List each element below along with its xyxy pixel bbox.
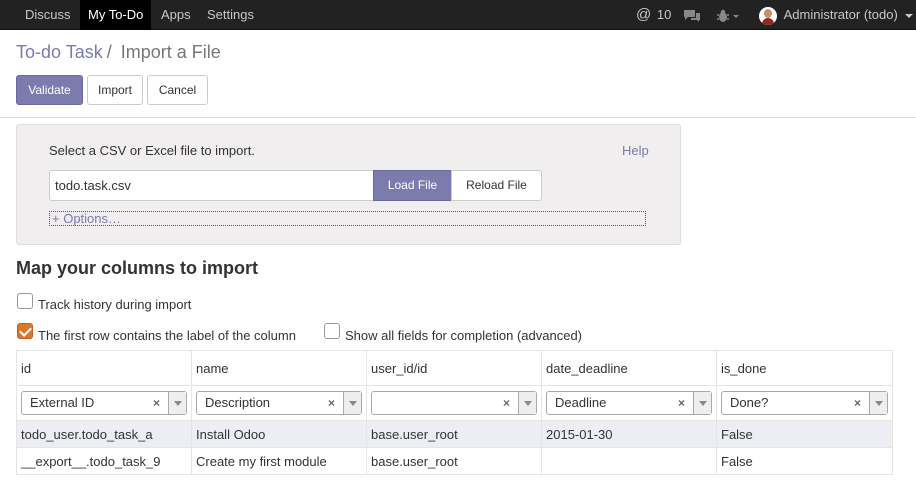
table-cell: __export__.todo_task_9 [16, 447, 192, 475]
table-cell: base.user_root [366, 447, 542, 475]
field-select[interactable]: Done? × [721, 391, 888, 415]
clear-icon[interactable]: × [328, 392, 335, 414]
file-name-input[interactable]: todo.task.csv [49, 170, 374, 201]
import-preview-table: id name user_id/id date_deadline is_done… [16, 350, 893, 475]
first-row-header-checkbox[interactable] [17, 323, 33, 339]
show-all-fields-label: Show all fields for completion (advanced… [345, 328, 583, 343]
column-header: name [191, 350, 367, 386]
import-button[interactable]: Import [87, 75, 143, 105]
column-header-row: id name user_id/id date_deadline is_done [16, 350, 893, 386]
messages-button[interactable]: @ 10 [636, 0, 671, 30]
breadcrumb-parent[interactable]: To-do Task [16, 42, 103, 62]
table-cell: 2015-01-30 [541, 420, 717, 448]
table-cell: False [716, 447, 893, 475]
user-menu[interactable]: Administrator (todo) [759, 0, 914, 30]
cancel-button[interactable]: Cancel [147, 75, 208, 105]
menu-discuss[interactable]: Discuss [17, 0, 79, 30]
avatar [759, 6, 777, 25]
at-icon: @ [636, 6, 652, 23]
table-cell [541, 447, 717, 475]
field-select-value: Done? [730, 395, 769, 410]
options-toggle[interactable]: + Options… [49, 211, 646, 226]
field-select-value: Description [205, 395, 271, 410]
breadcrumb: To-do Task / Import a File [16, 40, 221, 64]
file-select-label: Select a CSV or Excel file to import. [49, 143, 255, 158]
chevron-down-icon [905, 13, 914, 18]
field-mapping-row: External ID × Description × × Deadline × Do… [16, 385, 893, 421]
help-link[interactable]: Help [622, 143, 649, 158]
column-header: is_done [716, 350, 893, 386]
clear-icon[interactable]: × [153, 392, 160, 414]
chevron-down-icon[interactable] [343, 392, 361, 414]
chevron-down-icon[interactable] [518, 392, 536, 414]
track-history-label: Track history during import [38, 297, 192, 312]
track-history-checkbox[interactable] [17, 293, 33, 309]
mapping-title: Map your columns to import [16, 258, 259, 278]
table-row: todo_user.todo_task_a Install Odoo base.… [16, 420, 893, 448]
chevron-down-icon[interactable] [168, 392, 186, 414]
clear-icon[interactable]: × [854, 392, 861, 414]
table-cell: Install Odoo [191, 420, 367, 448]
load-file-button[interactable]: Load File [373, 170, 452, 201]
user-name: Administrator (todo) [783, 7, 898, 22]
reload-file-button[interactable]: Reload File [451, 170, 542, 201]
first-row-header-label: The first row contains the label of the … [38, 328, 296, 343]
chat-icon[interactable] [683, 0, 701, 30]
field-select[interactable]: Description × [196, 391, 362, 415]
table-cell: False [716, 420, 893, 448]
breadcrumb-separator: / [106, 42, 112, 62]
clear-icon[interactable]: × [678, 392, 685, 414]
column-header: id [16, 350, 192, 386]
field-select[interactable]: × [371, 391, 537, 415]
menu-apps[interactable]: Apps [153, 0, 199, 30]
table-cell: base.user_root [366, 420, 542, 448]
menu-my-todo[interactable]: My To-Do [80, 0, 152, 30]
debug-bug-icon[interactable] [716, 0, 740, 30]
file-import-panel: Select a CSV or Excel file to import. He… [16, 124, 681, 245]
column-header: user_id/id [366, 350, 542, 386]
chevron-down-icon[interactable] [869, 392, 887, 414]
column-header: date_deadline [541, 350, 717, 386]
messages-count: 10 [656, 7, 672, 22]
chevron-down-icon[interactable] [693, 392, 711, 414]
table-row: __export__.todo_task_9 Create my first m… [16, 447, 893, 475]
clear-icon[interactable]: × [503, 392, 510, 414]
toolbar-divider [0, 117, 916, 118]
field-select-value: External ID [30, 395, 95, 410]
menu-settings[interactable]: Settings [199, 0, 262, 30]
validate-button[interactable]: Validate [16, 75, 83, 105]
top-navbar: Discuss My To-Do Apps Settings @ 10 Admi… [0, 0, 916, 30]
show-all-fields-checkbox[interactable] [324, 323, 340, 339]
field-select-value: Deadline [555, 395, 607, 410]
table-cell: todo_user.todo_task_a [16, 420, 192, 448]
table-cell: Create my first module [191, 447, 367, 475]
page-title: Import a File [120, 42, 221, 62]
field-select[interactable]: External ID × [21, 391, 187, 415]
field-select[interactable]: Deadline × [546, 391, 712, 415]
